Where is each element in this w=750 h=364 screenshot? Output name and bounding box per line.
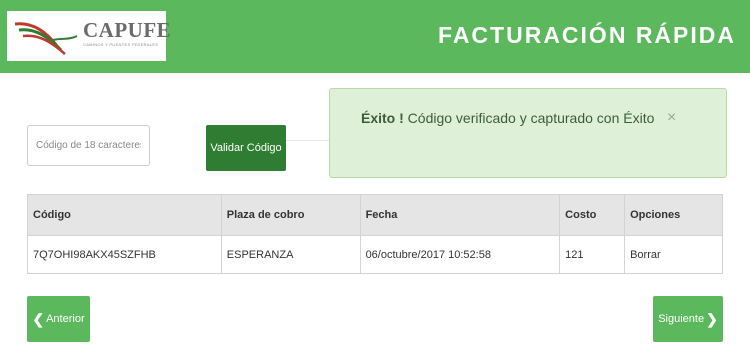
previous-button[interactable]: ❮ Anterior	[27, 296, 90, 342]
alert-strong: Éxito !	[361, 110, 404, 126]
column-header: Costo	[559, 194, 626, 236]
page-title: FACTURACIÓN RÁPIDA	[438, 22, 736, 48]
column-header: Fecha	[359, 194, 561, 236]
delete-link[interactable]: Borrar	[624, 235, 723, 274]
close-icon[interactable]: ×	[667, 109, 676, 127]
divider	[286, 140, 329, 141]
success-alert: Éxito ! Código verificado y capturado co…	[329, 88, 727, 178]
previous-label: Anterior	[46, 313, 85, 325]
capufe-logo[interactable]: CAPUFE CAMINOS Y PUENTES FEDERALES	[7, 11, 171, 61]
chevron-right-icon: ❯	[706, 311, 718, 327]
logo-text: CAPUFE	[83, 18, 172, 42]
date-cell: 06/octubre/2017 10:52:58	[359, 235, 561, 274]
logo-subtext: CAMINOS Y PUENTES FEDERALES	[83, 42, 159, 47]
alert-message: Éxito ! Código verificado y capturado co…	[361, 110, 654, 126]
column-header: Código	[27, 194, 222, 236]
table-row: 7Q7OHI98AKX45SZFHB ESPERANZA 06/octubre/…	[27, 235, 723, 274]
table-header-row: Código Plaza de cobro Fecha Costo Opcion…	[27, 194, 723, 236]
validate-code-button[interactable]: Validar Código	[206, 125, 286, 171]
column-header: Opciones	[624, 194, 723, 236]
next-label: Siguiente	[658, 313, 705, 325]
cost-cell: 121	[559, 235, 626, 274]
next-button[interactable]: Siguiente ❯	[653, 296, 723, 342]
column-header: Plaza de cobro	[220, 194, 361, 236]
plaza-cell: ESPERANZA	[220, 235, 361, 274]
code-input[interactable]	[27, 125, 150, 166]
alert-body: Código verificado y capturado con Éxito	[403, 110, 655, 126]
logo-mark-icon	[14, 22, 78, 55]
code-cell: 7Q7OHI98AKX45SZFHB	[27, 235, 222, 274]
codes-table: Código Plaza de cobro Fecha Costo Opcion…	[27, 194, 723, 274]
header-bar: CAPUFE CAMINOS Y PUENTES FEDERALES FACTU…	[0, 0, 750, 73]
chevron-left-icon: ❮	[32, 311, 45, 327]
